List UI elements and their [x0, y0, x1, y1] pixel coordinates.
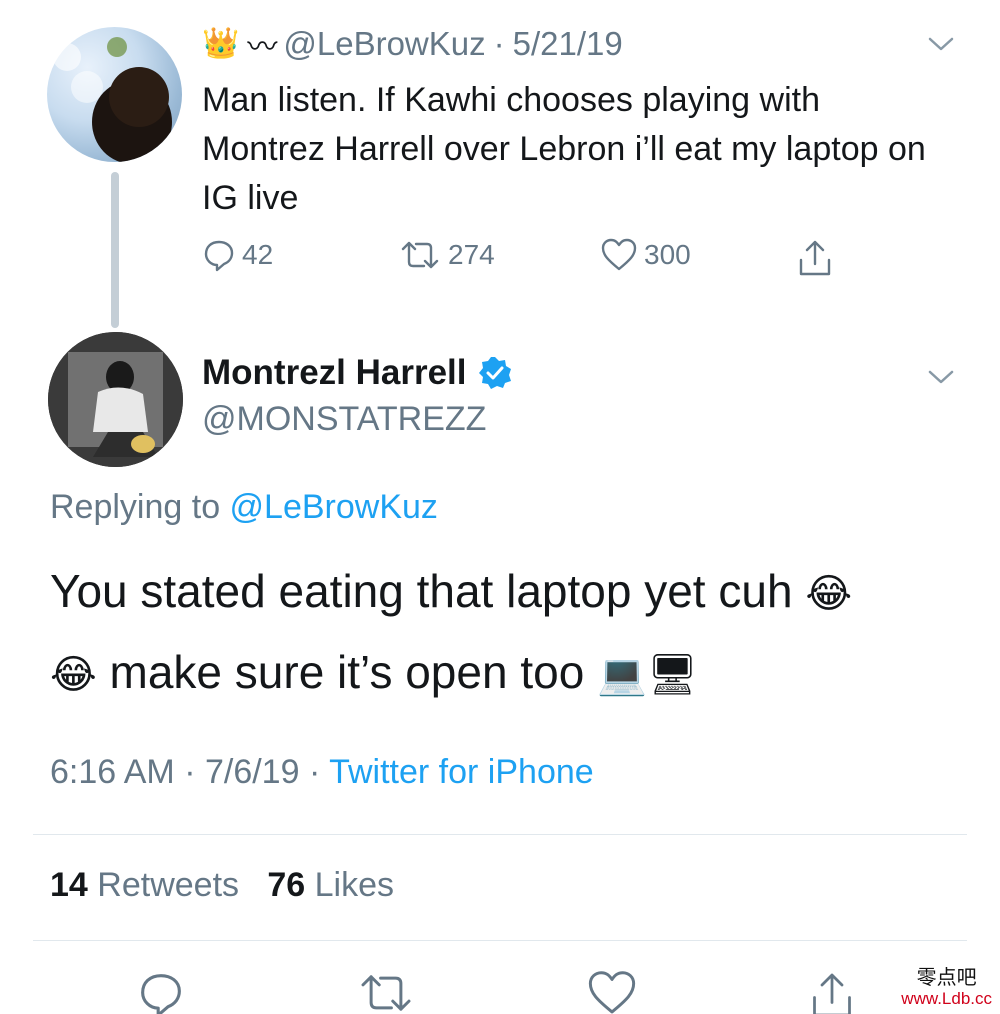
tweet-thread-page: 👑 〰 @LeBrowKuz · 5/21/19 Man listen. If … [0, 0, 1000, 1014]
date-separator: · [493, 25, 505, 62]
watermark: 零点吧 www.Ldb.cc [901, 966, 992, 1009]
parent-handle[interactable]: @LeBrowKuz [283, 25, 485, 63]
parent-header: 👑 〰 @LeBrowKuz · 5/21/19 [202, 24, 623, 64]
meta-separator: · [299, 753, 330, 791]
retweet-count: 14 [50, 866, 88, 904]
parent-actions: 42 274 300 [202, 238, 842, 282]
text-part1: You stated eating that laptop yet cuh [50, 565, 806, 617]
divider [33, 834, 967, 835]
parent-like-count: 300 [644, 239, 691, 270]
replying-to: Replying to @LeBrowKuz [50, 488, 438, 527]
laugh-emoji: 😂 [805, 572, 853, 616]
like-count: 76 [267, 866, 306, 904]
parent-date[interactable]: 5/21/19 [513, 25, 623, 63]
retweets-stat[interactable]: 14 Retweets [50, 866, 239, 904]
parent-avatar[interactable] [47, 27, 182, 162]
author-name-row[interactable]: Montrezl Harrell [202, 353, 513, 393]
wave-emoji: 〰 [247, 31, 277, 64]
parent-tweet-text: Man listen. If Kawhi chooses playing wit… [202, 81, 926, 217]
parent-reply-count: 42 [242, 239, 274, 270]
thread-connector-line [111, 172, 119, 328]
replying-prefix: Replying to [50, 488, 230, 526]
laptop-emoji: 💻 [597, 653, 647, 697]
divider [33, 940, 967, 941]
crown-emoji: 👑 [202, 27, 240, 60]
retweet-label: Retweets [97, 866, 240, 904]
main-tweet-text: You stated eating that laptop yet cuh 😂 😂… [50, 552, 980, 714]
likes-stat[interactable]: 76 Likes [267, 866, 394, 904]
author-handle[interactable]: @MONSTATREZZ [202, 400, 486, 439]
watermark-line1: 零点吧 [916, 965, 977, 989]
watermark-line2: www.Ldb.cc [901, 989, 992, 1008]
meta-separator: · [174, 753, 205, 791]
share-icon[interactable] [808, 970, 856, 1014]
desktop-emoji: 🖥 [646, 653, 698, 697]
like-icon [601, 238, 637, 271]
chevron-down-icon[interactable] [928, 36, 954, 52]
parent-reply-action[interactable]: 42 [202, 238, 273, 272]
laugh-emoji: 😂 [50, 653, 97, 697]
tweet-date: 7/6/19 [204, 753, 300, 791]
parent-retweet-count: 274 [448, 239, 495, 270]
author-display-name[interactable]: Montrezl Harrell [202, 353, 467, 393]
retweet-icon[interactable] [356, 970, 416, 1014]
replying-to-link[interactable]: @LeBrowKuz [230, 488, 438, 526]
reply-icon [204, 240, 234, 272]
parent-retweet-action[interactable]: 274 [398, 238, 495, 272]
parent-share-action[interactable] [796, 238, 834, 278]
like-icon[interactable] [586, 970, 638, 1014]
main-action-bar [0, 960, 1000, 1014]
engagement-stats: 14 Retweets 76 Likes [50, 866, 394, 905]
retweet-icon [401, 241, 439, 269]
tweet-meta: 6:16 AM · 7/6/19 · Twitter for iPhone [50, 753, 594, 792]
reply-icon[interactable] [137, 970, 185, 1014]
text-part2: make sure it’s open too [96, 646, 598, 698]
tweet-source-link[interactable]: Twitter for iPhone [329, 753, 594, 791]
verified-badge-icon [478, 357, 511, 389]
share-icon [799, 240, 831, 276]
like-label: Likes [314, 866, 395, 904]
parent-like-action[interactable]: 300 [600, 238, 691, 272]
chevron-down-icon[interactable] [928, 369, 954, 385]
tweet-time: 6:16 AM [50, 753, 175, 791]
main-avatar[interactable] [48, 332, 183, 467]
